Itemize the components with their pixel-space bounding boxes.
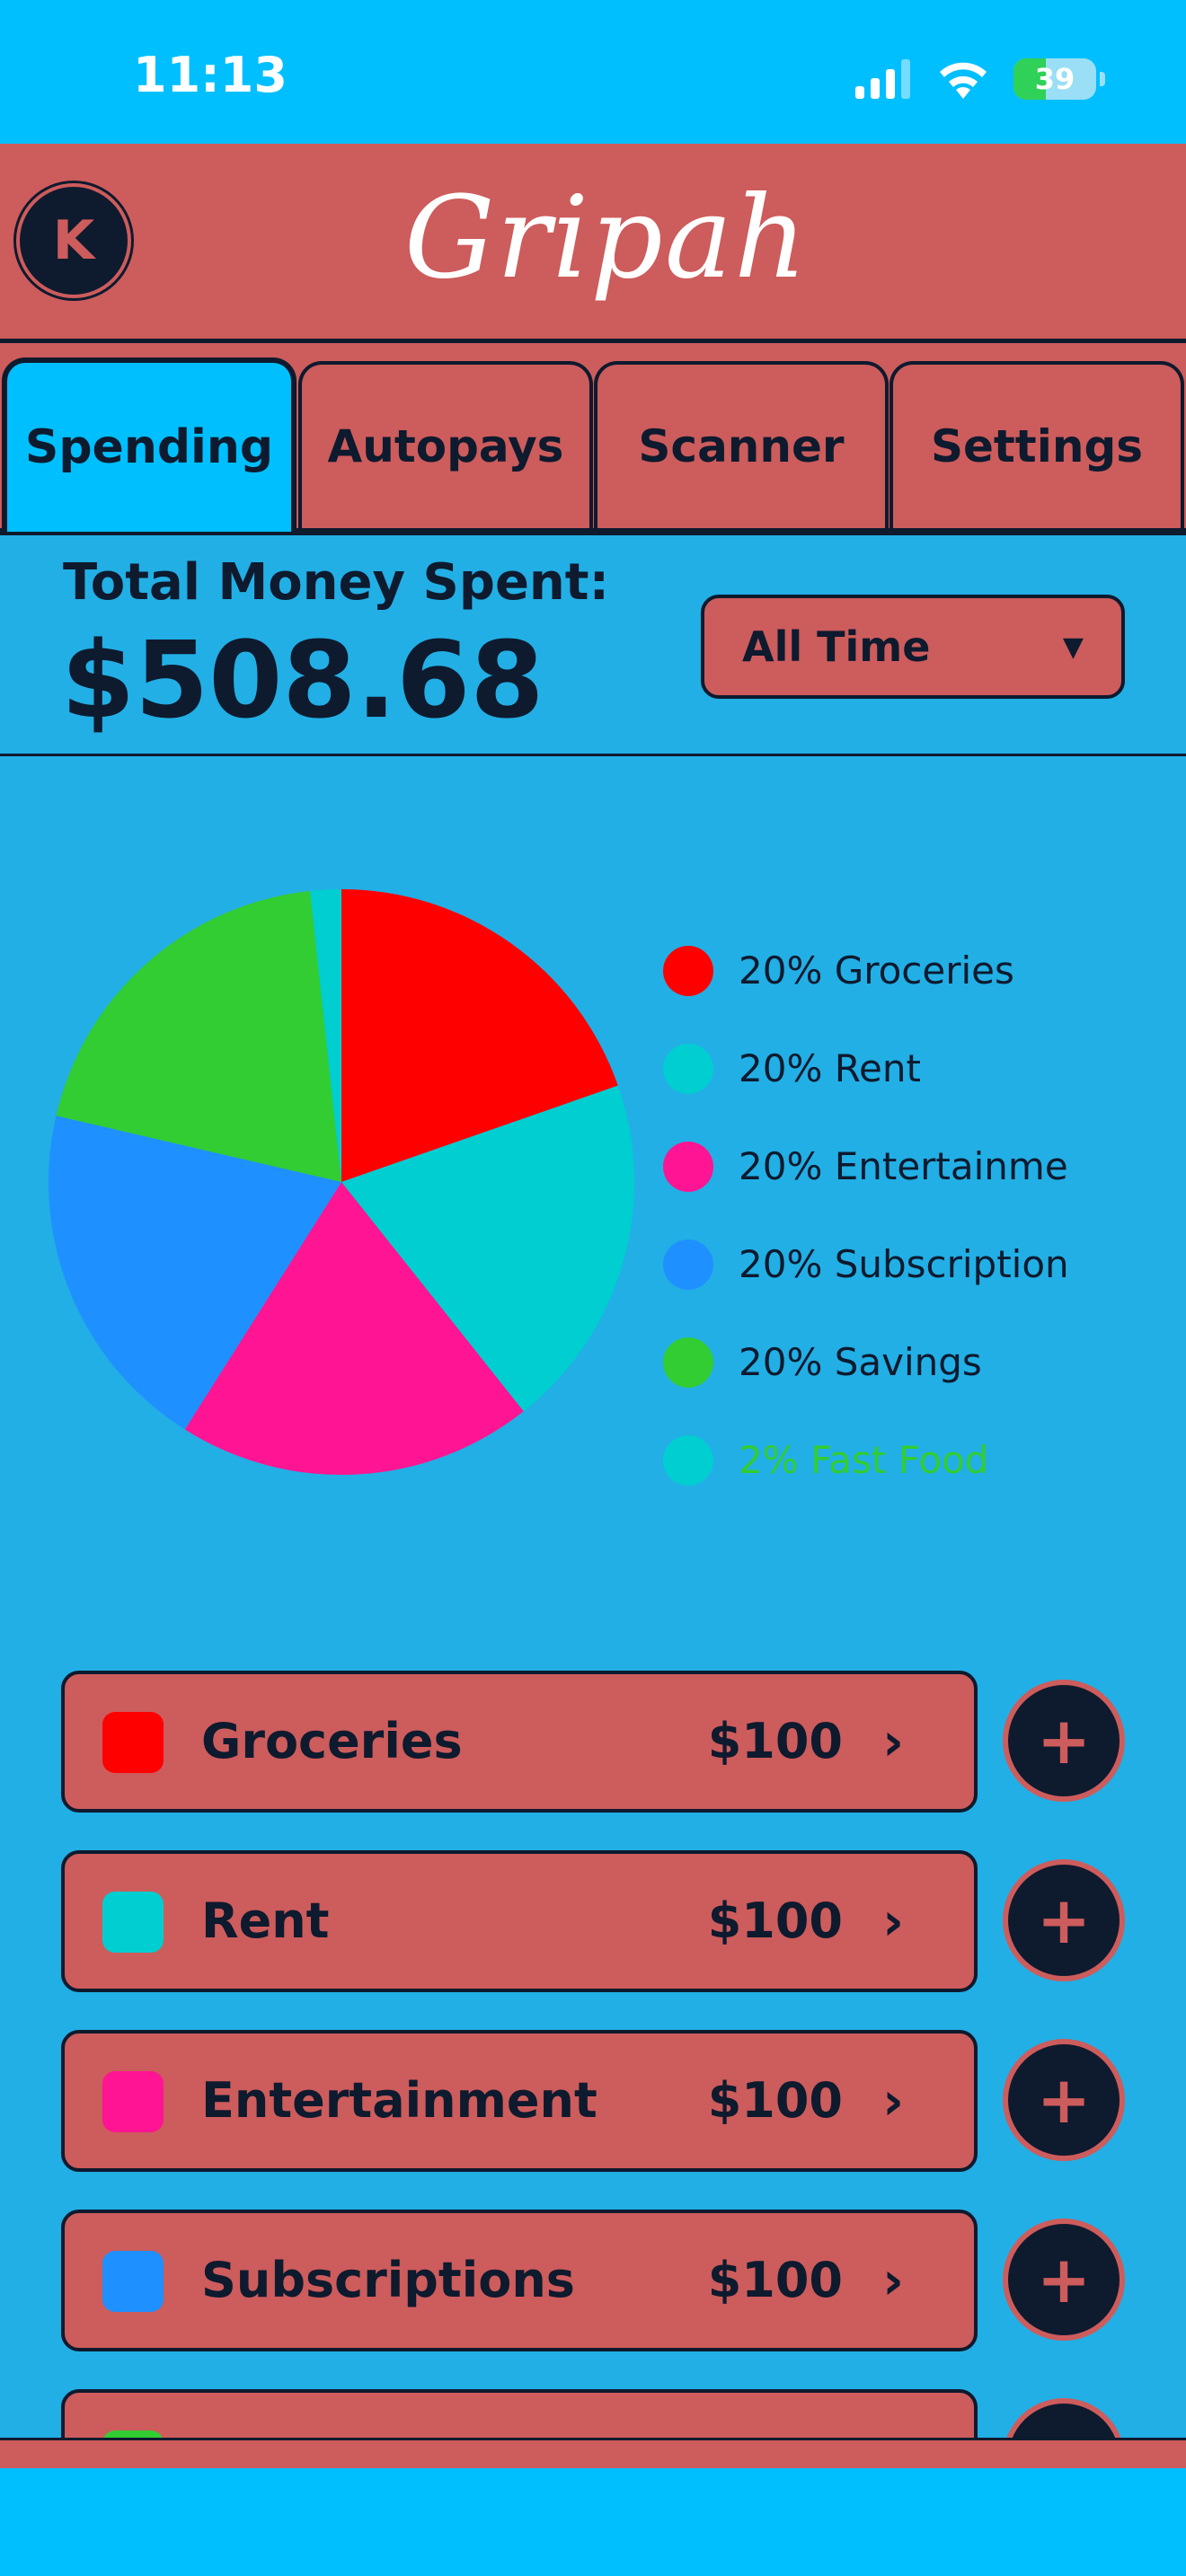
- time-range-select[interactable]: All Time ▼: [701, 595, 1125, 699]
- chevron-right-icon: ›: [882, 1711, 904, 1772]
- category-amount: $100: [707, 2072, 843, 2129]
- legend-label: 20% Subscriptions: [739, 1242, 1067, 1286]
- category-name: Rent: [201, 1892, 330, 1949]
- status-time: 11:13: [133, 47, 288, 103]
- legend-item: 20% Groceries: [663, 922, 1067, 1019]
- wifi-icon: [940, 62, 987, 99]
- category-amount: $100: [707, 2252, 843, 2308]
- avatar[interactable]: K: [16, 183, 131, 298]
- category-name: Groceries: [201, 1713, 463, 1769]
- chevron-right-icon: ›: [882, 2070, 904, 2131]
- category-name: Subscriptions: [201, 2252, 575, 2308]
- total-spent-section: Total Money Spent: $508.68 All Time ▼: [0, 535, 1186, 756]
- legend-item: 20% Entertainment: [663, 1117, 1067, 1215]
- legend-item: 20% Rent: [663, 1019, 1067, 1117]
- category-color-swatch: [102, 1712, 164, 1773]
- chevron-right-icon: ›: [882, 2250, 904, 2311]
- battery-percent: 39: [1034, 62, 1075, 96]
- legend-label: 20% Rent: [739, 1046, 921, 1090]
- bottom-bar: [0, 2468, 1186, 2576]
- spending-pie-chart: [48, 889, 634, 1475]
- add-expense-button[interactable]: +: [1003, 2219, 1125, 2341]
- legend-label: 20% Savings: [739, 1340, 982, 1384]
- app-logo: Gripah: [404, 172, 810, 304]
- time-range-value: All Time: [742, 622, 931, 671]
- status-icons: 39: [855, 56, 1105, 102]
- category-row[interactable]: Subscriptions $100 ›: [61, 2210, 978, 2351]
- battery-icon: 39: [1013, 58, 1096, 100]
- legend-swatch: [663, 1337, 713, 1388]
- category-color-swatch: [102, 2251, 164, 2312]
- legend-label: 2% Fast Food: [739, 1438, 989, 1482]
- tab-autopays[interactable]: Autopays: [298, 361, 593, 528]
- tab-scanner[interactable]: Scanner: [594, 361, 889, 528]
- legend-swatch: [663, 1239, 713, 1290]
- signal-bars-icon: [855, 59, 910, 99]
- chevron-right-icon: ›: [882, 1891, 904, 1952]
- legend-swatch: [663, 1043, 713, 1094]
- add-expense-button[interactable]: +: [1003, 1859, 1125, 1981]
- total-spent-amount: $508.68: [61, 618, 544, 742]
- legend-item: 2% Fast Food: [663, 1411, 1067, 1509]
- total-spent-label: Total Money Spent:: [63, 553, 609, 612]
- legend-label: 20% Groceries: [739, 948, 1014, 992]
- legend-item: 20% Savings: [663, 1313, 1067, 1411]
- add-expense-button[interactable]: +: [1003, 1680, 1125, 1802]
- tab-bar: Spending Autopays Scanner Settings: [0, 343, 1186, 535]
- legend-item: 20% Subscriptions: [663, 1215, 1067, 1313]
- category-amount: $100: [707, 1713, 843, 1769]
- battery-nub: [1100, 72, 1105, 86]
- category-row[interactable]: Rent $100 ›: [61, 1850, 978, 1992]
- tab-settings[interactable]: Settings: [890, 361, 1184, 528]
- category-name: Entertainment: [201, 2072, 597, 2129]
- legend-label: 20% Entertainment: [739, 1144, 1067, 1188]
- status-bar: 11:13 39: [0, 0, 1186, 144]
- legend-swatch: [663, 1141, 713, 1192]
- tab-spending[interactable]: Spending: [2, 357, 296, 532]
- legend-swatch: [663, 1434, 713, 1486]
- add-expense-button[interactable]: +: [1003, 2039, 1125, 2161]
- chart-legend: 20% Groceries 20% Rent 20% Entertainment 20…: [663, 922, 1067, 1509]
- category-row[interactable]: Entertainment $100 ›: [61, 2030, 978, 2172]
- app-header: K Gripah: [0, 144, 1186, 343]
- legend-swatch: [663, 945, 713, 996]
- category-row[interactable]: Groceries $100 ›: [61, 1671, 978, 1813]
- bottom-divider: [0, 2438, 1186, 2468]
- chevron-down-icon: ▼: [1062, 631, 1084, 663]
- category-color-swatch: [102, 2071, 164, 2132]
- category-color-swatch: [102, 1892, 164, 1953]
- category-amount: $100: [707, 1892, 843, 1949]
